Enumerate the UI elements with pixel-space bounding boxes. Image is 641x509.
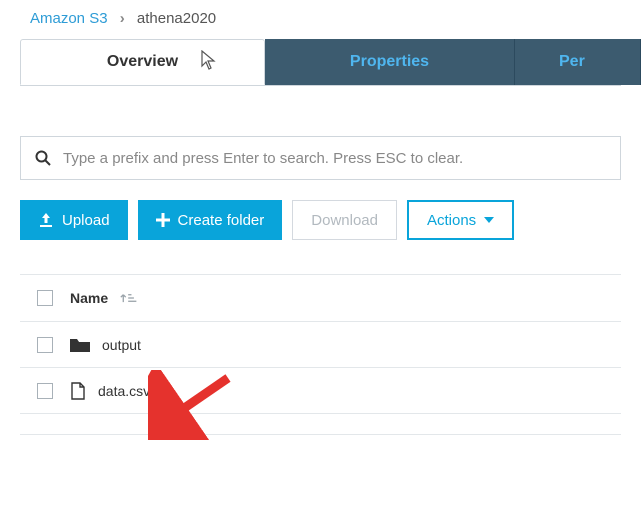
column-label: Name (70, 290, 108, 306)
actions-dropdown[interactable]: Actions (407, 200, 514, 240)
tab-label: Overview (107, 53, 178, 71)
tab-permissions[interactable]: Per (515, 39, 641, 85)
item-name: output (102, 337, 141, 353)
breadcrumb-current: athena2020 (137, 10, 216, 27)
tab-label: Per (559, 53, 585, 71)
toolbar: Upload Create folder Download Actions (20, 200, 621, 240)
object-table: Name (20, 274, 621, 414)
tab-overview[interactable]: Overview (20, 39, 265, 85)
plus-icon (156, 213, 170, 227)
column-header-name[interactable]: Name (70, 290, 621, 306)
search-bar[interactable] (20, 136, 621, 180)
button-label: Actions (427, 212, 476, 229)
button-label: Create folder (178, 212, 265, 229)
row-checkbox[interactable] (37, 383, 53, 399)
search-input[interactable] (63, 150, 606, 167)
tab-bar: Overview Properties Per (20, 39, 621, 86)
tab-label: Properties (350, 53, 429, 71)
breadcrumb-root-link[interactable]: Amazon S3 (30, 10, 108, 27)
chevron-right-icon: › (120, 10, 125, 27)
create-folder-button[interactable]: Create folder (138, 200, 283, 240)
cursor-icon (200, 50, 218, 72)
table-row[interactable]: data.csv (20, 368, 621, 414)
file-icon (70, 382, 86, 400)
search-icon (35, 150, 51, 166)
item-name: data.csv (98, 383, 150, 399)
upload-button[interactable]: Upload (20, 200, 128, 240)
content-area: Upload Create folder Download Actions Na… (0, 86, 641, 455)
download-button: Download (292, 200, 397, 240)
select-all-checkbox[interactable] (37, 290, 53, 306)
sort-icon (120, 291, 138, 305)
button-label: Upload (62, 212, 110, 229)
table-header: Name (20, 274, 621, 322)
folder-icon (70, 337, 90, 353)
chevron-down-icon (484, 217, 494, 223)
upload-icon (38, 212, 54, 228)
row-checkbox[interactable] (37, 337, 53, 353)
divider (20, 434, 621, 435)
table-row[interactable]: output (20, 322, 621, 368)
tab-properties[interactable]: Properties (265, 39, 515, 85)
breadcrumb: Amazon S3 › athena2020 (0, 0, 641, 39)
button-label: Download (311, 212, 378, 229)
